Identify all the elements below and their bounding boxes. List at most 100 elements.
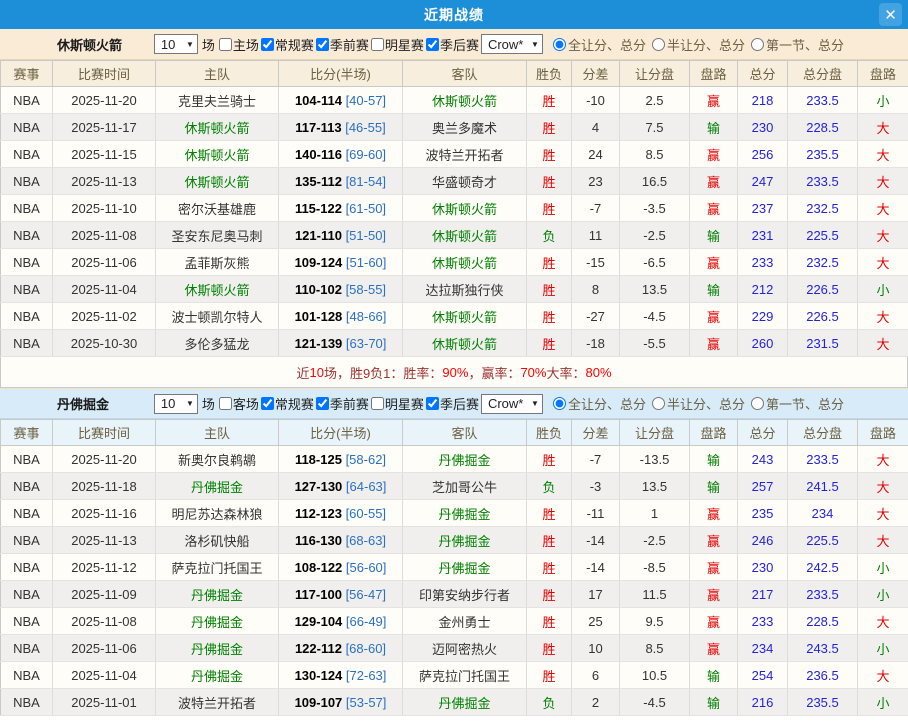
radio-input[interactable] xyxy=(751,38,764,51)
score-value: 116-130 xyxy=(295,533,342,548)
checkbox-input[interactable] xyxy=(371,397,384,410)
checkbox-input[interactable] xyxy=(316,38,329,51)
radio-input[interactable] xyxy=(553,38,566,51)
cell-home-team: 丹佛掘金 xyxy=(156,473,279,500)
filter-checkbox-0[interactable]: 客场 xyxy=(217,394,259,413)
filter-checkbox-2[interactable]: 季前赛 xyxy=(314,35,369,54)
filter-checkbox-2[interactable]: 季前赛 xyxy=(314,394,369,413)
column-header: 赛事 xyxy=(1,420,53,446)
cell-league: NBA xyxy=(1,87,53,114)
checkbox-input[interactable] xyxy=(261,38,274,51)
half-score: [81-54] xyxy=(346,174,386,189)
table-row: NBA2025-11-08圣安东尼奥马刺121-110 [51-50]休斯顿火箭… xyxy=(1,222,908,249)
checkbox-input[interactable] xyxy=(371,38,384,51)
checkbox-input[interactable] xyxy=(426,38,439,51)
cell-total-points: 234 xyxy=(738,635,788,662)
team-name: 休斯顿火箭 xyxy=(57,35,142,54)
half-score: [64-63] xyxy=(346,479,386,494)
cell-total-points: 216 xyxy=(738,689,788,716)
cell-away-team: 波特兰开拓者 xyxy=(403,141,527,168)
results-table: 赛事比赛时间主队比分(半场)客队胜负分差让分盘盘路总分总分盘盘路NBA2025-… xyxy=(0,419,908,716)
cell-away-team: 奥兰多魔术 xyxy=(403,114,527,141)
radio-option-2[interactable]: 第一节、总分 xyxy=(751,394,844,413)
radio-option-2[interactable]: 第一节、总分 xyxy=(751,35,844,54)
cell-score: 117-100 [56-47] xyxy=(279,581,403,608)
checkbox-label: 主场 xyxy=(233,35,259,54)
filter-checkbox-0[interactable]: 主场 xyxy=(217,35,259,54)
crow-select[interactable]: Crow*▼ xyxy=(481,394,543,414)
filter-checkbox-4[interactable]: 季后赛 xyxy=(424,35,479,54)
cell-result: 胜 xyxy=(527,635,572,662)
column-header: 总分 xyxy=(738,420,788,446)
cell-total-points: 256 xyxy=(738,141,788,168)
radio-option-0[interactable]: 全让分、总分 xyxy=(553,35,646,54)
cell-handicap-line: -3.5 xyxy=(620,195,690,222)
cell-date: 2025-11-13 xyxy=(53,168,156,195)
half-score: [68-60] xyxy=(346,641,386,656)
cell-point-diff: -14 xyxy=(572,527,620,554)
radio-option-1[interactable]: 半让分、总分 xyxy=(652,394,745,413)
cell-score: 122-112 [68-60] xyxy=(279,635,403,662)
cell-result: 胜 xyxy=(527,500,572,527)
modal-title: 近期战绩 xyxy=(424,5,484,25)
cell-point-diff: 24 xyxy=(572,141,620,168)
cell-result: 胜 xyxy=(527,87,572,114)
column-header: 比赛时间 xyxy=(53,61,156,87)
cell-home-team: 多伦多猛龙 xyxy=(156,330,279,357)
games-count-select[interactable]: 10▼ xyxy=(154,394,198,414)
radio-input[interactable] xyxy=(652,397,665,410)
radio-input[interactable] xyxy=(553,397,566,410)
cell-point-diff: -7 xyxy=(572,195,620,222)
radio-option-0[interactable]: 全让分、总分 xyxy=(553,394,646,413)
cell-total-line: 241.5 xyxy=(788,473,858,500)
checkbox-input[interactable] xyxy=(219,38,232,51)
summary-text: 70% xyxy=(520,365,546,380)
cell-score: 117-113 [46-55] xyxy=(279,114,403,141)
filter-checkbox-3[interactable]: 明星赛 xyxy=(369,35,424,54)
radio-input[interactable] xyxy=(751,397,764,410)
cell-handicap-result: 输 xyxy=(690,114,738,141)
filter-checkbox-1[interactable]: 常规赛 xyxy=(259,394,314,413)
filter-checkbox-1[interactable]: 常规赛 xyxy=(259,35,314,54)
cell-date: 2025-11-17 xyxy=(53,114,156,141)
cell-result: 胜 xyxy=(527,141,572,168)
filter-checkbox-4[interactable]: 季后赛 xyxy=(424,394,479,413)
games-count-select[interactable]: 10▼ xyxy=(154,34,198,54)
cell-date: 2025-11-13 xyxy=(53,527,156,554)
cell-home-team: 洛杉矶快船 xyxy=(156,527,279,554)
score-value: 109-107 xyxy=(295,695,343,710)
table-row: NBA2025-11-08丹佛掘金129-104 [66-49]金州勇士胜259… xyxy=(1,608,908,635)
cell-point-diff: 23 xyxy=(572,168,620,195)
checkbox-input[interactable] xyxy=(316,397,329,410)
cell-home-team: 丹佛掘金 xyxy=(156,662,279,689)
table-row: NBA2025-11-10密尔沃基雄鹿115-122 [61-50]休斯顿火箭胜… xyxy=(1,195,908,222)
checkbox-input[interactable] xyxy=(426,397,439,410)
cell-over-under-result: 大 xyxy=(858,114,908,141)
column-header: 主队 xyxy=(156,420,279,446)
filter-checkbox-3[interactable]: 明星赛 xyxy=(369,394,424,413)
games-count-value: 10 xyxy=(161,37,175,52)
cell-handicap-line: 1 xyxy=(620,500,690,527)
cell-over-under-result: 小 xyxy=(858,581,908,608)
checkbox-label: 常规赛 xyxy=(275,394,314,413)
crow-select[interactable]: Crow*▼ xyxy=(481,34,543,54)
cell-result: 胜 xyxy=(527,554,572,581)
cell-handicap-result: 输 xyxy=(690,446,738,473)
column-header: 盘路 xyxy=(690,420,738,446)
radio-option-1[interactable]: 半让分、总分 xyxy=(652,35,745,54)
cell-over-under-result: 大 xyxy=(858,527,908,554)
sections-container: 休斯顿火箭10▼场主场常规赛季前赛明星赛季后赛Crow*▼全让分、总分半让分、总… xyxy=(0,29,908,716)
cell-point-diff: -18 xyxy=(572,330,620,357)
table-row: NBA2025-11-09丹佛掘金117-100 [56-47]印第安纳步行者胜… xyxy=(1,581,908,608)
cell-date: 2025-10-30 xyxy=(53,330,156,357)
checkbox-input[interactable] xyxy=(219,397,232,410)
table-row: NBA2025-11-16明尼苏达森林狼112-123 [60-55]丹佛掘金胜… xyxy=(1,500,908,527)
radio-input[interactable] xyxy=(652,38,665,51)
half-score: [40-57] xyxy=(346,93,386,108)
cell-home-team: 休斯顿火箭 xyxy=(156,168,279,195)
close-button[interactable]: ✕ xyxy=(879,3,902,26)
cell-handicap-result: 赢 xyxy=(690,635,738,662)
cell-point-diff: 4 xyxy=(572,114,620,141)
cell-over-under-result: 大 xyxy=(858,303,908,330)
checkbox-input[interactable] xyxy=(261,397,274,410)
